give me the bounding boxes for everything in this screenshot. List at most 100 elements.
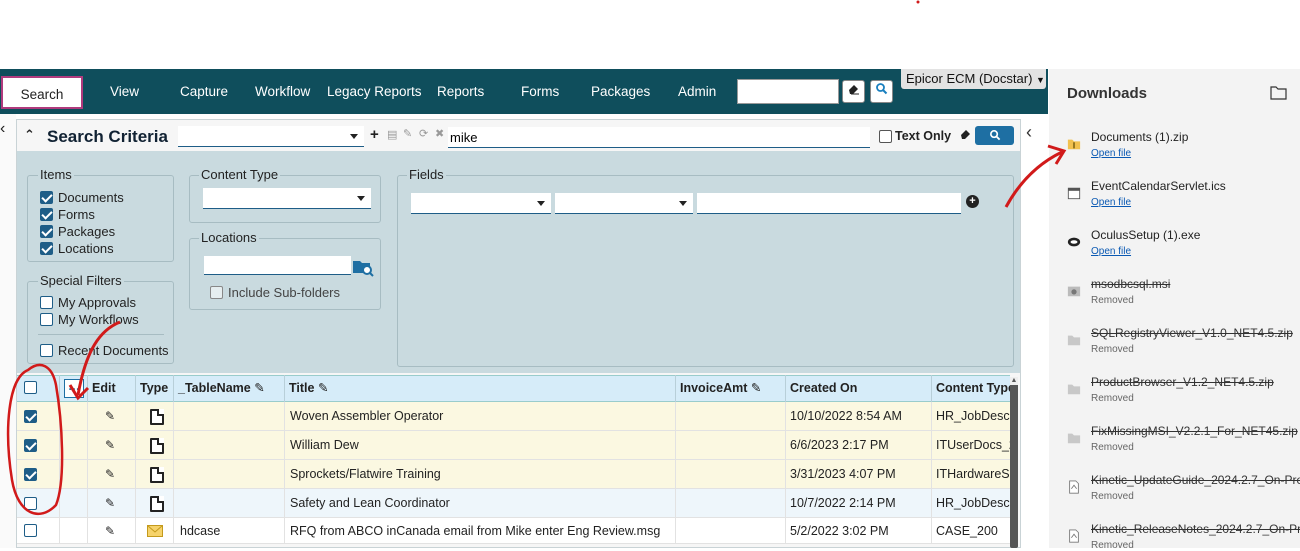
nav-view-tab[interactable]: View [110,69,139,114]
download-item-name[interactable]: Documents (1).zip [1091,130,1300,144]
quick-search-button[interactable] [870,80,893,103]
cell-content-type: CASE_200 [936,524,998,538]
locations-checkbox[interactable] [40,242,53,255]
nav-capture-tab[interactable]: Capture [180,69,228,114]
my-workflows-checkbox[interactable] [40,313,53,326]
nav-admin-tab[interactable]: Admin [678,69,716,114]
content-type-select[interactable] [203,188,371,209]
edit-pencil-icon[interactable]: ✎ [105,402,115,431]
download-item-name[interactable]: ProductBrowser_V1.2_NET4.5.zip [1091,375,1300,389]
cell-title[interactable]: William Dew [285,431,676,460]
download-item-name[interactable]: FixMissingMSI_V2.2.1_For_NET45.zip [1091,424,1300,438]
column-header-title[interactable]: Title ✎ [285,375,676,402]
nav-forms-tab[interactable]: Forms [521,69,559,114]
select-all-checkbox[interactable] [24,381,37,394]
packages-checkbox[interactable] [40,225,53,238]
download-item-name[interactable]: EventCalendarServlet.ics [1091,179,1300,193]
download-item-name[interactable]: msodbcsql.msi [1091,277,1300,291]
text-only-checkbox[interactable] [879,130,892,143]
more-options-icon[interactable]: … [64,379,84,398]
scroll-up-icon[interactable]: ▲ [1010,377,1018,385]
column-header-title-label: Title [289,381,315,395]
pdf-file-icon [1069,480,1079,494]
column-header-content-type[interactable]: Content Type [932,375,1010,402]
clear-criteria-eraser-icon[interactable] [959,127,972,143]
pencil-icon: ✎ [317,381,329,395]
cell-title[interactable]: Woven Assembler Operator [285,402,676,431]
recent-documents-checkbox[interactable] [40,344,53,357]
nav-search-tab[interactable]: Search [1,76,83,109]
items-legend: Items [38,167,74,182]
cell-title[interactable]: RFQ from ABCO inCanada email from Mike e… [285,518,676,544]
table-row[interactable]: ✎ Sprockets/Flatwire Training 3/31/2023 … [17,460,1010,489]
open-file-link[interactable]: Open file [1091,246,1131,257]
table-row[interactable]: ✎ Woven Assembler Operator 10/10/2022 8:… [17,402,1010,431]
documents-checkbox[interactable] [40,191,53,204]
cell-title[interactable]: Safety and Lean Coordinator [285,489,676,518]
row-checkbox[interactable] [24,410,37,423]
nav-legacy-reports-tab[interactable]: Legacy Reports [327,69,422,114]
saved-search-select[interactable] [178,126,364,147]
nav-reports-tab[interactable]: Reports [437,69,484,114]
edit-pencil-icon[interactable]: ✎ [105,431,115,460]
table-row[interactable]: ✎ Safety and Lean Coordinator 10/7/2022 … [17,489,1010,518]
cell-title[interactable]: Sprockets/Flatwire Training [285,460,676,489]
collapse-criteria-icon[interactable]: ⌃ [24,127,35,143]
search-text-input[interactable] [448,127,870,148]
field-operator-select[interactable] [555,193,693,214]
nav-packages-tab[interactable]: Packages [591,69,650,114]
row-checkbox[interactable] [24,524,37,537]
collapse-left-icon[interactable]: ‹ [0,120,5,138]
forms-checkbox[interactable] [40,208,53,221]
column-header-created-on[interactable]: Created On [786,375,932,402]
locations-legend: Locations [199,230,259,245]
delete-icon[interactable]: ✖ [435,127,444,140]
open-file-link[interactable]: Open file [1091,148,1131,159]
open-file-link[interactable]: Open file [1091,197,1131,208]
collapse-right-icon[interactable]: ‹ [1026,122,1032,143]
download-item-name[interactable]: OculusSetup (1).exe [1091,228,1300,242]
add-field-icon[interactable]: + [966,195,979,208]
repository-dropdown[interactable]: Epicor ECM (Docstar) ▼ [901,69,1046,89]
eraser-icon [849,85,859,95]
download-item-name[interactable]: SQLRegistryViewer_V1.0_NET4.5.zip [1091,326,1300,340]
nav-workflow-tab[interactable]: Workflow [255,69,310,114]
browse-folder-icon[interactable] [352,257,374,280]
run-search-button[interactable] [975,126,1014,145]
my-approvals-checkbox[interactable] [40,296,53,309]
row-checkbox[interactable] [24,468,37,481]
cell-tablename [174,489,285,518]
table-row[interactable]: ✎ hdcase RFQ from ABCO inCanada email fr… [17,518,1010,544]
pencil-icon: ✎ [750,381,762,395]
folder-zip-icon [1067,139,1081,150]
edit-pencil-icon[interactable]: ✎ [105,460,115,489]
download-item-name[interactable]: Kinetic_UpdateGuide_2024.2.7_On-Premises [1091,473,1300,487]
quick-search-input[interactable] [737,79,839,104]
field-name-select[interactable] [411,193,551,214]
clear-eraser-button[interactable] [842,80,865,103]
table-row[interactable]: ✎ William Dew 6/6/2023 2:17 PM ITUserDoc… [17,431,1010,460]
download-status: Removed [1091,344,1134,355]
edit-icon[interactable]: ✎ [403,127,412,140]
column-header-edit[interactable]: Edit [88,375,136,402]
cell-tablename [174,402,285,431]
cell-created-on: 3/31/2023 4:07 PM [786,460,932,489]
field-value-input[interactable] [697,193,961,214]
refresh-icon[interactable]: ⟳ [419,127,428,140]
add-icon[interactable]: + [370,126,379,143]
column-header-type[interactable]: Type [136,375,174,402]
save-icon[interactable]: ▤ [387,128,397,141]
include-subfolders-checkbox[interactable] [210,286,223,299]
download-item-name[interactable]: Kinetic_ReleaseNotes_2024.2.7_On-Premise… [1091,522,1300,536]
cell-tablename [174,460,285,489]
zip-file-icon [1067,433,1081,444]
row-checkbox[interactable] [24,497,37,510]
location-input[interactable] [204,256,351,275]
row-checkbox[interactable] [24,439,37,452]
column-header-invoiceamt[interactable]: InvoiceAmt ✎ [676,375,786,402]
column-header-tablename[interactable]: _TableName ✎ [174,375,285,402]
grid-scrollbar[interactable] [1010,378,1018,548]
edit-pencil-icon[interactable]: ✎ [105,489,115,518]
edit-pencil-icon[interactable]: ✎ [105,518,115,544]
open-downloads-folder-icon[interactable] [1270,85,1287,103]
